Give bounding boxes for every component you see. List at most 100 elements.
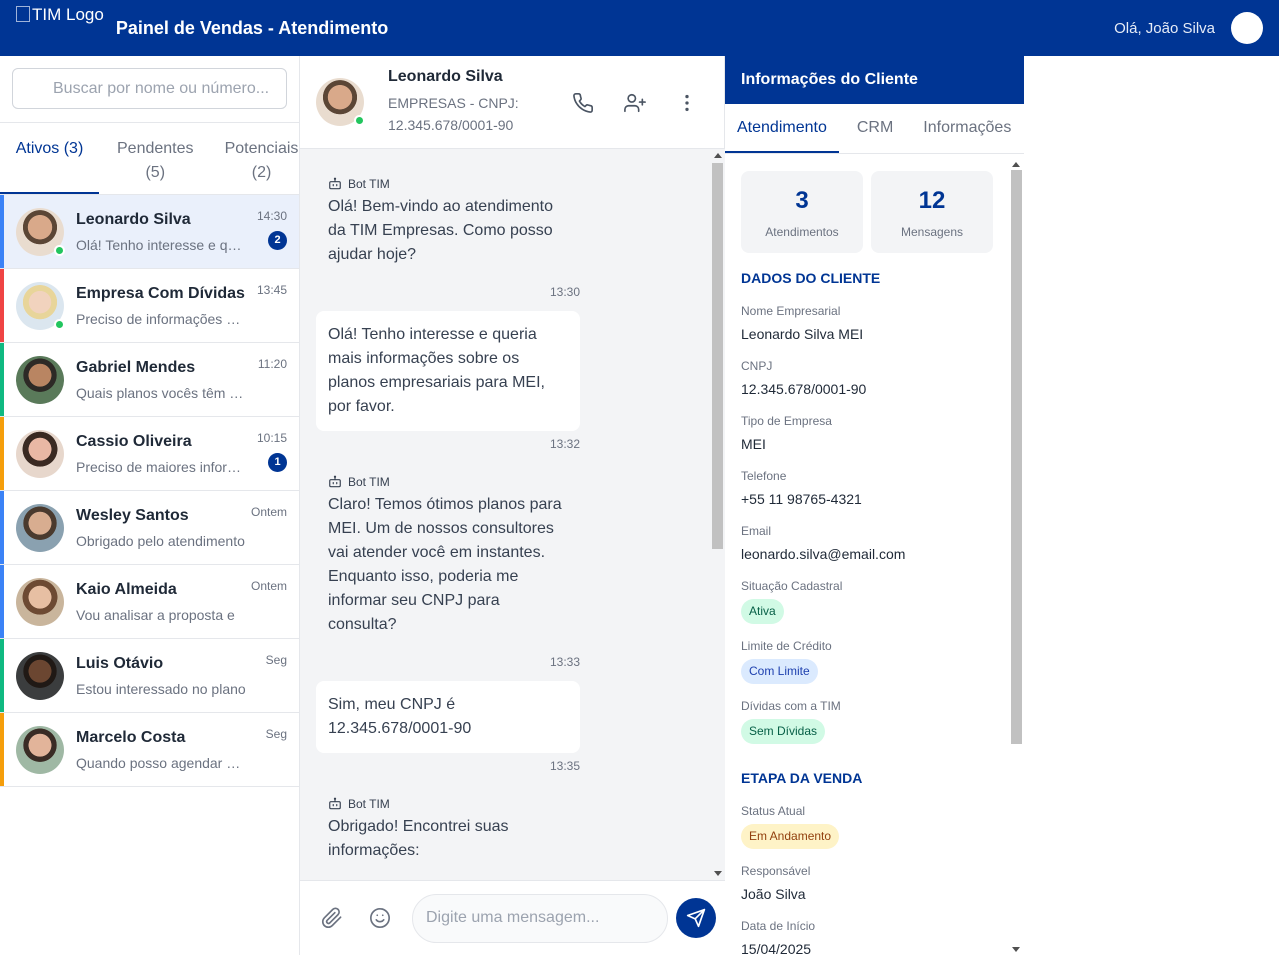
field-label: CNPJ [741, 359, 773, 373]
conversation-item[interactable]: Empresa Com Dívidas Preciso de informaçõ… [0, 269, 299, 343]
user-avatar[interactable] [1231, 12, 1263, 44]
bot-icon [329, 797, 341, 810]
conversation-tabs: Ativos (3) Pendentes (5) Potenciais (2) [0, 123, 299, 195]
priority-stripe [0, 491, 4, 564]
scrollbar-thumb[interactable] [712, 163, 723, 549]
message-preview: Preciso de maiores informações [76, 458, 246, 475]
message-time: 13:33 [549, 655, 580, 669]
user-message: Olá! Tenho interesse e queria mais infor… [316, 311, 580, 431]
tab-ativos[interactable]: Ativos (3) [0, 123, 99, 194]
conversation-time: Ontem [250, 579, 287, 593]
client-data-section-title: DADOS DO CLIENTE [741, 270, 881, 286]
message-sender: Bot TIM [328, 797, 568, 811]
conversation-item[interactable]: Luis Otávio Estou interessado no plano S… [0, 639, 299, 713]
user-message: Sim, meu CNPJ é 12.345.678/0001-90 [316, 681, 580, 753]
conversation-body: Luis Otávio Estou interessado no plano [76, 655, 256, 697]
conversation-item[interactable]: Marcelo Costa Quando posso agendar uma S… [0, 713, 299, 787]
bot-message: Bot TIM Olá! Bem-vindo ao atendimento da … [316, 165, 580, 279]
conversation-item[interactable]: Cassio Oliveira Preciso de maiores infor… [0, 417, 299, 491]
scroll-down-arrow-icon[interactable] [714, 871, 722, 876]
conversation-sidebar: Ativos (3) Pendentes (5) Potenciais (2) … [0, 56, 300, 955]
sale-status-badge: Em Andamento [741, 824, 840, 849]
conversation-body: Leonardo Silva Olá! Tenho interesse e qu… [76, 211, 256, 253]
avatar [16, 651, 64, 700]
avatar [16, 429, 64, 478]
message-area[interactable]: Bot TIM Olá! Bem-vindo ao atendimento da … [300, 149, 725, 880]
message-sender: Bot TIM [328, 475, 568, 489]
send-button[interactable] [676, 898, 716, 938]
message-text: Obrigado! Encontrei suas informações: [328, 818, 509, 859]
scroll-up-arrow-icon[interactable] [1012, 162, 1020, 167]
message-time: 13:30 [549, 285, 580, 299]
field-label: Tipo de Empresa [741, 414, 832, 428]
status-badge-debts: Sem Dívidas [741, 719, 826, 744]
contact-name: Gabriel Mendes [76, 358, 196, 376]
unread-badge: 2 [268, 231, 287, 250]
search-input[interactable] [12, 68, 287, 109]
conversation-body: Cassio Oliveira Preciso de maiores infor… [76, 433, 256, 475]
chat-actions [570, 90, 700, 116]
stat-label: Atendimentos [765, 225, 839, 239]
tab-potenciais[interactable]: Potenciais (2) [212, 123, 312, 194]
client-panel-title: Informações do Cliente [725, 56, 1024, 104]
client-panel-scrollbar[interactable] [1010, 160, 1022, 955]
status-badge-registration: Ativa [741, 599, 784, 624]
phone-icon[interactable] [570, 90, 596, 116]
field-cnpj: 12.345.678/0001-90 [741, 381, 867, 397]
priority-stripe [0, 195, 4, 268]
conversation-list: Leonardo Silva Olá! Tenho interesse e qu… [0, 195, 299, 787]
conversation-time: Seg [265, 727, 287, 741]
client-info-panel: Informações do Cliente Atendimento CRM I… [725, 56, 1024, 955]
tab-crm[interactable]: CRM [839, 104, 911, 153]
add-user-icon[interactable] [622, 90, 648, 116]
conversation-body: Gabriel Mendes Quais planos vocês têm pa… [76, 359, 256, 401]
stat-mensagens: 12 Mensagens [871, 171, 993, 253]
field-label: Email [741, 524, 772, 538]
contact-name: Luis Otávio [76, 654, 164, 672]
sale-start-date: 15/04/2025 [741, 941, 812, 955]
scroll-up-arrow-icon[interactable] [714, 153, 722, 158]
field-label: Nome Empresarial [741, 304, 841, 318]
field-email: leonardo.silva@email.com [741, 546, 906, 562]
tab-atendimento[interactable]: Atendimento [725, 104, 839, 153]
field-label: Responsável [741, 864, 811, 878]
tab-pendentes-label: Pendentes (5) [117, 140, 194, 181]
priority-stripe [0, 269, 4, 342]
conversation-item[interactable]: Wesley Santos Obrigado pelo atendimento … [0, 491, 299, 565]
contact-info: Leonardo Silva EMPRESAS - CNPJ: 12.345.6… [388, 68, 548, 136]
stat-value: 12 [918, 187, 946, 214]
conversation-item[interactable]: Kaio Almeida Vou analisar a proposta e O… [0, 565, 299, 639]
tab-informacoes[interactable]: Informações [911, 104, 1023, 153]
emoji-icon[interactable] [368, 906, 392, 930]
message-text: Olá! Bem-vindo ao atendimento da TIM Emp… [328, 198, 554, 263]
message-text: Sim, meu CNPJ é 12.345.678/0001-90 [328, 696, 472, 737]
stats-row: 3 Atendimentos 12 Mensagens [741, 171, 993, 253]
scroll-down-arrow-icon[interactable] [1012, 947, 1020, 952]
priority-stripe [0, 417, 4, 490]
message-time: 13:35 [549, 759, 580, 773]
sender-name: Bot TIM [348, 475, 390, 489]
message-text: Claro! Temos ótimos planos para MEI. Um … [328, 496, 562, 633]
message-time: 13:32 [549, 437, 580, 451]
conversation-item[interactable]: Gabriel Mendes Quais planos vocês têm pa… [0, 343, 299, 417]
conversation-time: Seg [265, 653, 287, 667]
tab-pendentes[interactable]: Pendentes (5) [99, 123, 212, 194]
chat-scrollbar[interactable] [712, 149, 723, 880]
stat-label: Mensagens [900, 225, 964, 239]
avatar [16, 281, 65, 330]
paperclip-icon[interactable] [320, 906, 344, 930]
message-text: Olá! Tenho interesse e queria mais infor… [328, 326, 545, 415]
broken-image-icon [16, 6, 30, 22]
field-company-type: MEI [741, 436, 766, 452]
more-options-icon[interactable] [674, 90, 700, 116]
scrollbar-thumb[interactable] [1011, 170, 1022, 744]
contact-name: Kaio Almeida [76, 580, 177, 598]
message-input[interactable] [412, 893, 668, 943]
priority-stripe [0, 639, 4, 712]
priority-stripe [0, 565, 4, 638]
conversation-item[interactable]: Leonardo Silva Olá! Tenho interesse e qu… [0, 195, 299, 269]
avatar [16, 207, 65, 256]
conversation-body: Empresa Com Dívidas Preciso de informaçõ… [76, 285, 256, 327]
message-preview: Quando posso agendar uma [76, 754, 246, 771]
tim-logo[interactable]: TIM Logo [16, 5, 104, 45]
